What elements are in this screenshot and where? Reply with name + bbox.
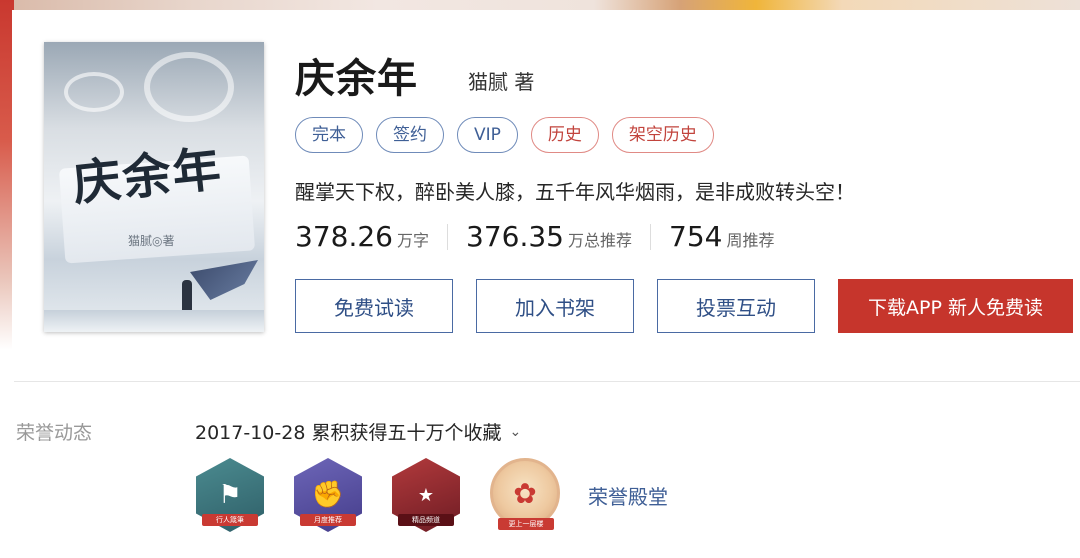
book-title: 庆余年 bbox=[295, 56, 418, 102]
stat-unit: 万总推荐 bbox=[567, 231, 632, 250]
honor-latest-text: 2017-10-28 累积获得五十万个收藏 bbox=[195, 422, 502, 444]
stat-total-recommend: 376.35 万总推荐 bbox=[466, 220, 632, 253]
stat-weekly-recommend: 754 周推荐 bbox=[669, 220, 774, 253]
book-author[interactable]: 猫腻 著 bbox=[468, 66, 534, 95]
stat-unit: 周推荐 bbox=[726, 231, 775, 250]
honor-badges: ⚑ 行人箴筆 ✊ 月度推荐 ★ 精品频道 ✿ 更上一层楼 荣誉殿堂 bbox=[196, 458, 668, 532]
book-stats: 378.26 万字 376.35 万总推荐 754 周推荐 bbox=[295, 220, 774, 253]
honor-hall-link[interactable]: 荣誉殿堂 bbox=[588, 481, 668, 510]
book-cover[interactable]: 庆余年 猫腻◎著 bbox=[44, 42, 264, 332]
tag-list: 完本 签约 VIP 历史 架空历史 bbox=[295, 117, 714, 153]
section-divider bbox=[14, 381, 1080, 382]
stat-value: 378.26 bbox=[295, 220, 393, 253]
stat-value: 376.35 bbox=[466, 220, 564, 253]
cover-ground bbox=[44, 310, 264, 332]
badge-label: 月度推荐 bbox=[300, 514, 356, 526]
tag-signed[interactable]: 签约 bbox=[376, 117, 444, 153]
vote-button[interactable]: 投票互动 bbox=[657, 279, 815, 333]
badge-label: 更上一层楼 bbox=[498, 518, 554, 530]
tag-history[interactable]: 历史 bbox=[530, 117, 599, 153]
cover-cloud-swirl bbox=[144, 52, 234, 122]
tag-vip[interactable]: VIP bbox=[457, 117, 518, 153]
badge-label: 行人箴筆 bbox=[202, 514, 258, 526]
stat-value: 754 bbox=[669, 220, 723, 253]
honor-badge[interactable]: ⚑ 行人箴筆 bbox=[196, 458, 264, 532]
honor-badge[interactable]: ✊ 月度推荐 bbox=[294, 458, 362, 532]
stat-divider bbox=[650, 223, 651, 250]
honor-badge[interactable]: ★ 精品频道 bbox=[392, 458, 460, 532]
tag-alt-history[interactable]: 架空历史 bbox=[611, 117, 714, 153]
honor-section-label: 荣誉动态 bbox=[16, 422, 93, 444]
stat-word-count: 378.26 万字 bbox=[295, 220, 429, 253]
cover-author: 猫腻◎著 bbox=[128, 234, 175, 248]
tag-complete[interactable]: 完本 bbox=[295, 117, 363, 153]
stat-divider bbox=[447, 223, 448, 250]
add-to-shelf-button[interactable]: 加入书架 bbox=[476, 279, 634, 333]
stat-unit: 万字 bbox=[396, 231, 429, 250]
cover-cape bbox=[190, 260, 258, 300]
badge-label: 精品频道 bbox=[398, 514, 454, 526]
free-read-button[interactable]: 免费试读 bbox=[295, 279, 453, 333]
download-app-button[interactable]: 下载APP 新人免费读 bbox=[838, 279, 1073, 333]
chevron-down-icon[interactable]: ⌄ bbox=[509, 424, 521, 440]
action-buttons: 免费试读 加入书架 投票互动 下载APP 新人免费读 bbox=[295, 279, 1073, 333]
cover-cloud-swirl-small bbox=[64, 72, 124, 112]
honor-latest[interactable]: 2017-10-28 累积获得五十万个收藏 ⌄ bbox=[195, 418, 521, 445]
honor-badge[interactable]: ✿ 更上一层楼 bbox=[490, 458, 560, 532]
book-intro: 醒掌天下权，醉卧美人膝，五千年风华烟雨，是非成败转头空！ bbox=[295, 180, 855, 204]
